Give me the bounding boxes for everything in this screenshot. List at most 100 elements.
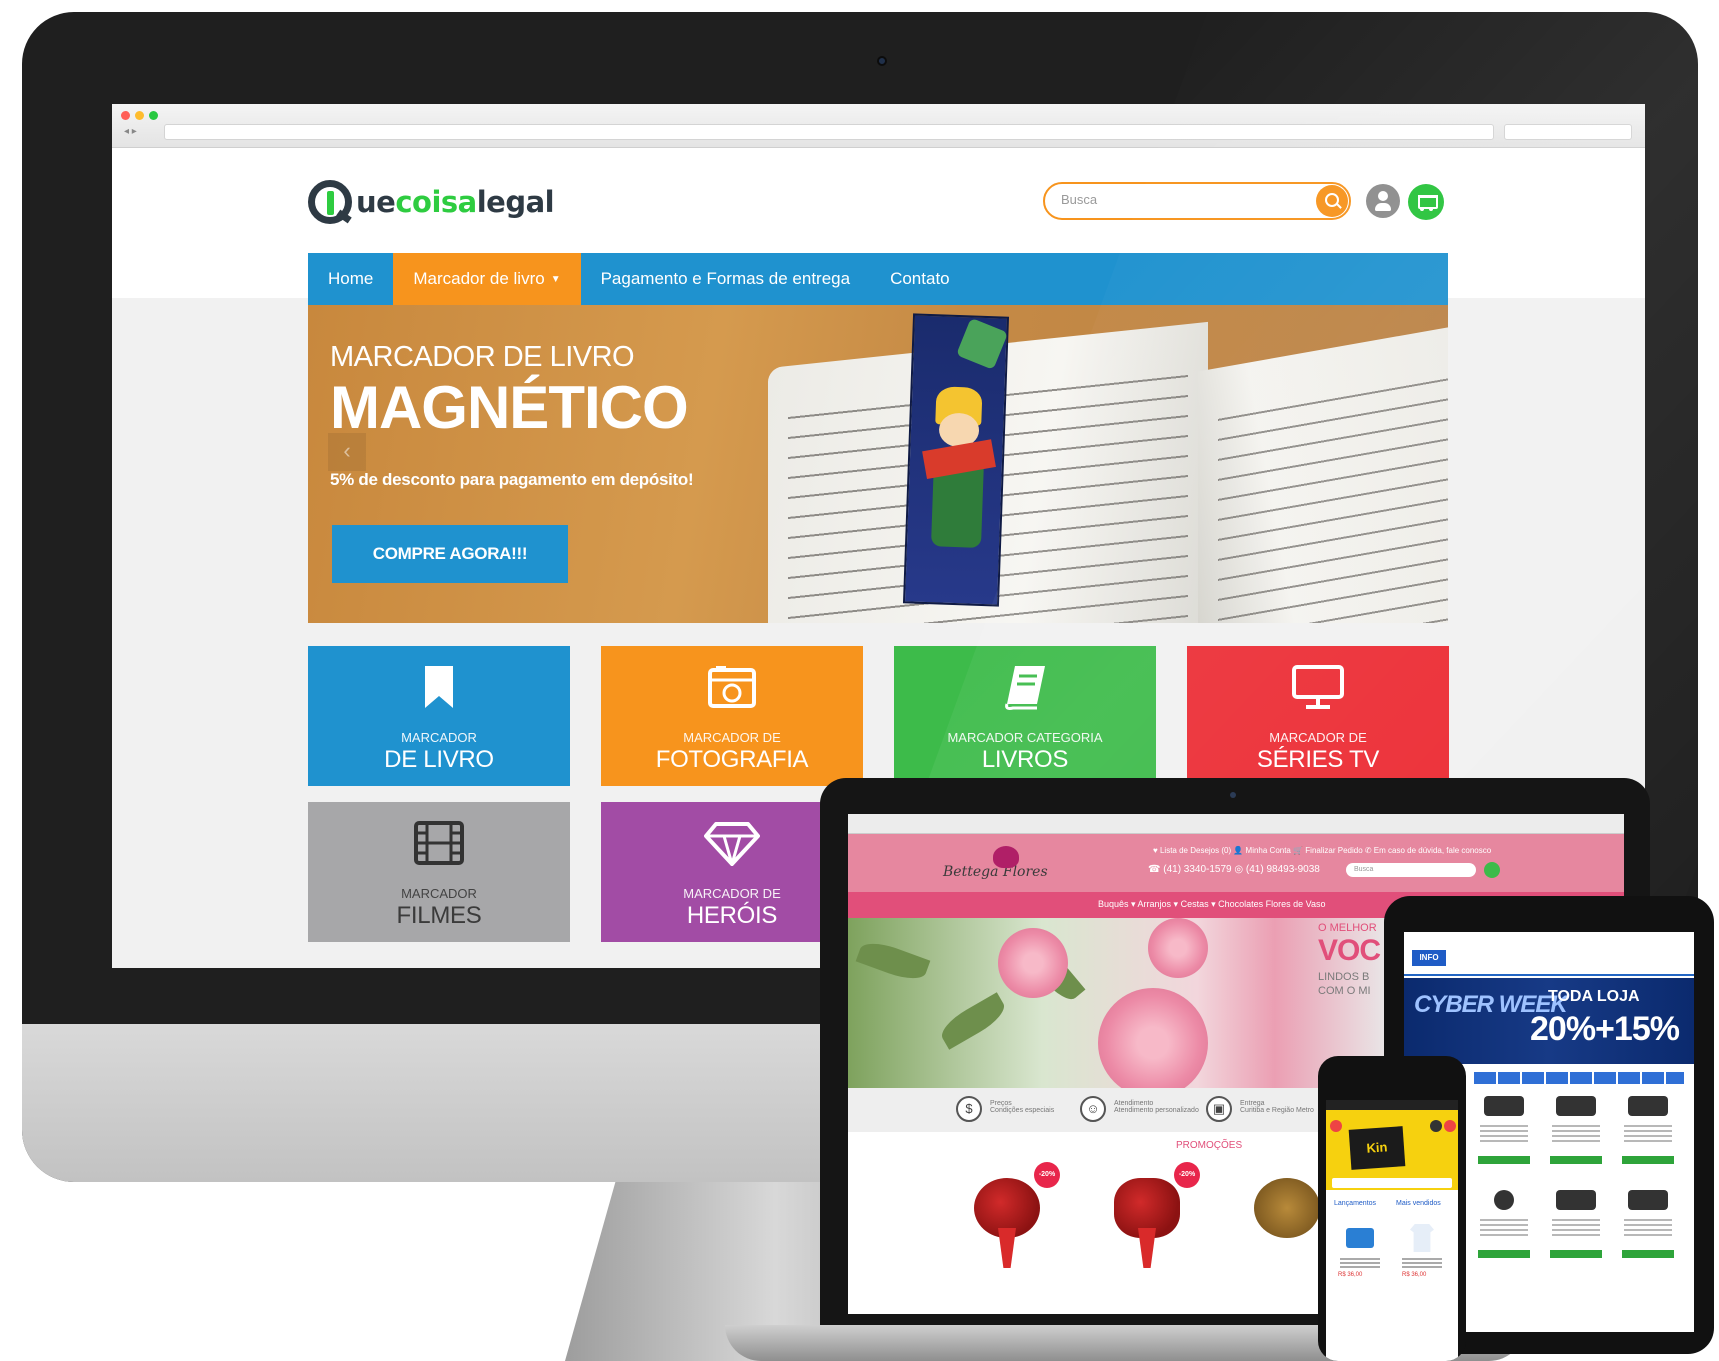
maximize-window-button[interactable] bbox=[149, 111, 158, 120]
product-text bbox=[1552, 1122, 1600, 1144]
hero-text: MARCADOR DE LIVRO MAGNÉTICO 5% de descon… bbox=[330, 341, 694, 490]
bouquet-wrap bbox=[998, 1228, 1016, 1268]
flower-shop-logo[interactable]: Bettega Flores bbox=[943, 846, 1048, 880]
flower-hero-line: LINDOS B bbox=[1318, 971, 1370, 983]
category-tile-fotografia[interactable]: MARCADOR DE FOTOGRAFIA bbox=[601, 646, 863, 786]
discount-badge: -20% bbox=[1034, 1162, 1060, 1188]
main-nav: Home Marcador de livro ▼ Pagamento e Form… bbox=[308, 253, 1448, 305]
account-icon[interactable] bbox=[1430, 1120, 1442, 1132]
nav-item-pagamento[interactable]: Pagamento e Formas de entrega bbox=[581, 253, 870, 305]
buy-button[interactable] bbox=[1550, 1156, 1602, 1164]
buy-button[interactable] bbox=[1550, 1250, 1602, 1258]
back-forward-icon[interactable]: ◂ ▸ bbox=[124, 126, 137, 137]
flower-shop-search[interactable]: Busca bbox=[1346, 863, 1476, 877]
feature-desc: Condições especiais bbox=[990, 1107, 1055, 1114]
feature-desc: Curitiba e Região Metro bbox=[1240, 1107, 1314, 1114]
product-text bbox=[1624, 1122, 1672, 1144]
promotions-heading: PROMOÇÕES bbox=[1176, 1140, 1243, 1151]
laptop-camera bbox=[1230, 792, 1236, 798]
hero-description: 5% de desconto para pagamento em depósit… bbox=[330, 470, 694, 489]
product-card[interactable] bbox=[1474, 1186, 1534, 1270]
product-card[interactable] bbox=[1546, 1092, 1606, 1176]
buy-button[interactable] bbox=[1622, 1156, 1674, 1164]
buy-button[interactable] bbox=[1622, 1250, 1674, 1258]
category-label-small: MARCADOR DE bbox=[1269, 730, 1367, 745]
phone-category[interactable]: Lançamentos bbox=[1334, 1200, 1376, 1207]
book-right-page bbox=[1198, 318, 1448, 623]
bouquet-wrap bbox=[1138, 1228, 1156, 1268]
search-button[interactable] bbox=[1316, 185, 1348, 217]
tablet-logo[interactable]: INFO bbox=[1412, 950, 1446, 966]
rose-shape bbox=[998, 928, 1068, 998]
cart-icon[interactable] bbox=[1444, 1120, 1456, 1132]
logo-text-part2: coisa bbox=[395, 185, 477, 219]
banner-discount: 20%+15% bbox=[1530, 1010, 1680, 1048]
product-card[interactable] bbox=[1618, 1186, 1678, 1270]
rose-shape bbox=[1098, 988, 1208, 1088]
nav-item-home[interactable]: Home bbox=[308, 253, 393, 305]
nav-item-contato[interactable]: Contato bbox=[870, 253, 970, 305]
category-tile-filmes[interactable]: MARCADOR FILMES bbox=[308, 802, 570, 942]
buy-button[interactable] bbox=[1478, 1156, 1530, 1164]
product-card[interactable] bbox=[1334, 1220, 1386, 1268]
tablet-category-tabs[interactable] bbox=[1474, 1072, 1684, 1084]
product-card[interactable] bbox=[1618, 1092, 1678, 1176]
product-image bbox=[1628, 1190, 1668, 1210]
feature-text: Preços Condições especiais bbox=[990, 1100, 1054, 1114]
account-icon[interactable] bbox=[1366, 184, 1400, 218]
caret-down-icon: ▼ bbox=[550, 274, 561, 285]
film-icon bbox=[414, 821, 464, 865]
product-text bbox=[1480, 1216, 1528, 1238]
product-image bbox=[1484, 1096, 1524, 1116]
nav-item-marcador-de-livro[interactable]: Marcador de livro ▼ bbox=[393, 253, 581, 305]
discount-badge: -20% bbox=[1174, 1162, 1200, 1188]
hero-banner[interactable]: ‹ MARCADOR DE LIVRO MAGNÉTICO 5% de desc… bbox=[308, 305, 1448, 623]
search-input[interactable] bbox=[1061, 192, 1291, 207]
diamond-icon bbox=[704, 822, 760, 866]
product-card[interactable] bbox=[1546, 1186, 1606, 1270]
flower-shop-cart-icon[interactable] bbox=[1484, 862, 1500, 878]
bookmark-icon bbox=[425, 666, 453, 708]
close-window-button[interactable] bbox=[121, 111, 130, 120]
feature-text: Entrega Curitiba e Região Metro bbox=[1240, 1100, 1314, 1114]
feature-text: Atendimento Atendimento personalizado bbox=[1114, 1100, 1199, 1114]
menu-icon[interactable] bbox=[1330, 1120, 1342, 1132]
product-image bbox=[1556, 1190, 1596, 1210]
flower-shop-phones: ☎ (41) 3340-1579 ◎ (41) 98493-9038 bbox=[1148, 864, 1320, 875]
buy-button[interactable] bbox=[1478, 1250, 1530, 1258]
imac-camera bbox=[877, 56, 887, 66]
phone-category[interactable]: Mais vendidos bbox=[1396, 1200, 1441, 1207]
cart-icon[interactable] bbox=[1408, 184, 1444, 220]
flower-shop-nav-items[interactable]: Buquês ▾ Arranjos ▾ Cestas ▾ Chocolates … bbox=[1098, 899, 1326, 910]
phone-logo[interactable]: Kin bbox=[1348, 1126, 1406, 1170]
tablet-promo-banner[interactable]: CYBER WEEK TODA LOJA 20%+15% bbox=[1404, 978, 1694, 1064]
flower-shop-top-links[interactable]: ♥ Lista de Desejos (0) 👤 Minha Conta 🛒 F… bbox=[1153, 846, 1491, 855]
phone-header: Kin bbox=[1326, 1110, 1458, 1190]
browser-search-field[interactable] bbox=[1504, 124, 1632, 140]
nav-item-label: Marcador de livro bbox=[413, 269, 545, 288]
category-label-small: MARCADOR bbox=[401, 886, 477, 901]
site-logo[interactable]: uecoisalegal bbox=[308, 178, 555, 226]
product-card[interactable]: -20% bbox=[952, 1156, 1062, 1268]
product-image bbox=[1556, 1096, 1596, 1116]
feature-title: Entrega bbox=[1240, 1100, 1265, 1107]
buy-now-button[interactable]: COMPRE AGORA!!! bbox=[332, 525, 568, 583]
hero-subtitle: MARCADOR DE LIVRO bbox=[330, 341, 635, 373]
product-text bbox=[1624, 1216, 1672, 1238]
phone-search-input[interactable] bbox=[1332, 1178, 1452, 1188]
phone-status-bar bbox=[1326, 1100, 1458, 1110]
feature-title: Atendimento bbox=[1114, 1100, 1154, 1107]
category-label-small: MARCADOR DE bbox=[683, 730, 781, 745]
device-mockup: ◂ ▸ uecoisalegal Busca Home Marcador de … bbox=[0, 0, 1719, 1361]
category-tile-de-livro[interactable]: MARCADOR DE LIVRO bbox=[308, 646, 570, 786]
category-label-large: FOTOGRAFIA bbox=[655, 746, 809, 773]
category-tile-series-tv[interactable]: MARCADOR DE SÉRIES TV bbox=[1187, 646, 1449, 786]
product-card[interactable] bbox=[1396, 1220, 1448, 1268]
logo-q-icon bbox=[308, 180, 352, 224]
product-card[interactable]: -20% bbox=[1092, 1156, 1202, 1268]
dollar-icon: $ bbox=[956, 1096, 982, 1122]
product-price: R$ 36,00 bbox=[1338, 1272, 1363, 1278]
category-tile-livros[interactable]: MARCADOR CATEGORIA LIVROS bbox=[894, 646, 1156, 786]
minimize-window-button[interactable] bbox=[135, 111, 144, 120]
product-card[interactable] bbox=[1474, 1092, 1534, 1176]
